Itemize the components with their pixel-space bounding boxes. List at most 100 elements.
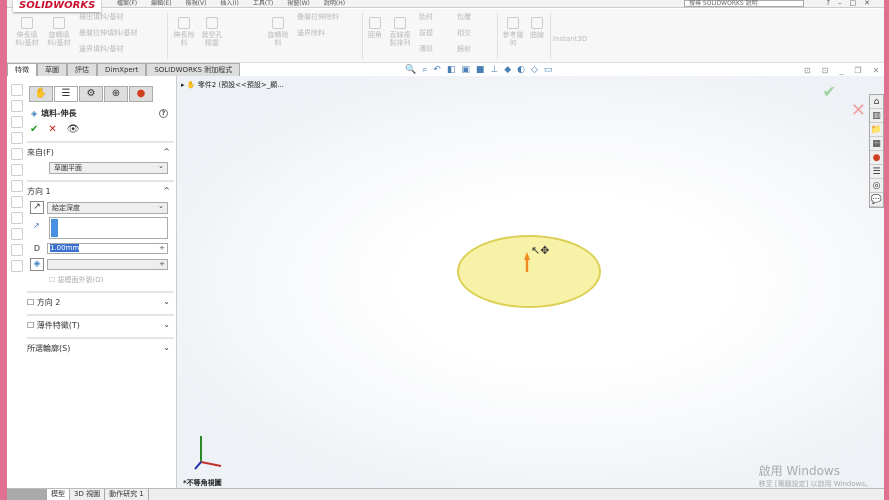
revolved-boss-button[interactable]: 旋轉填料/基材 (45, 17, 73, 47)
wrap-button[interactable]: 包覆 (457, 13, 471, 21)
menu-help[interactable]: 說明(H) (324, 1, 345, 7)
tab-3d-views[interactable]: 3D 視圖 (70, 489, 106, 500)
close-icon[interactable]: ✕ (873, 66, 880, 75)
lofted-cut-button[interactable]: 邊界除料 (297, 29, 325, 37)
menu-window[interactable]: 視窗(W) (287, 1, 310, 7)
view-settings-icon[interactable]: ◇ (531, 65, 538, 75)
tool-icon[interactable] (11, 100, 23, 112)
configuration-tab-icon[interactable]: ⚙ (79, 86, 103, 102)
tab-scroll[interactable] (7, 489, 47, 500)
confirm-cancel-icon[interactable]: ✕ (851, 100, 866, 121)
lofted-boss-button[interactable]: 疊層拉伸填料/基材 (79, 29, 137, 37)
expand-right-icon[interactable]: ⊡ (822, 66, 829, 75)
instant3d-button[interactable]: Instant3D (553, 21, 587, 43)
extruded-cut-button[interactable]: 伸長除料 (171, 17, 197, 47)
reference-geometry-button[interactable]: 參考幾何 (501, 17, 525, 47)
cancel-button[interactable]: ✕ (48, 124, 56, 135)
file-explorer-icon[interactable]: 📁 (870, 123, 883, 137)
tab-evaluate[interactable]: 評估 (67, 63, 97, 76)
draft-toggle-icon[interactable]: ◈ (30, 258, 44, 271)
appearances-icon[interactable]: ● (870, 151, 883, 165)
tab-motion-study[interactable]: 動作研究 1 (105, 489, 149, 500)
window-controls[interactable]: ?–□✕ (826, 0, 878, 7)
custom-properties-icon[interactable]: ☰ (870, 165, 883, 179)
draft-outward-checkbox[interactable]: ☐ 拔模面外張(O) (49, 275, 174, 285)
menu-insert[interactable]: 插入(I) (220, 1, 238, 7)
tool-icon[interactable] (11, 132, 23, 144)
restore-icon[interactable]: ❐ (854, 66, 861, 75)
menu-file[interactable]: 檔案(F) (117, 1, 137, 7)
help-search-input[interactable]: 搜尋 SOLIDWORKS 說明 (684, 0, 804, 7)
home-icon[interactable]: ⌂ (870, 95, 883, 109)
intersect-button[interactable]: 相交 (457, 29, 471, 37)
draft-button[interactable]: 拔模 (419, 29, 433, 37)
from-select[interactable]: 草圖平面 (49, 161, 168, 174)
tool-icon[interactable] (11, 116, 23, 128)
hole-wizard-button[interactable]: 異型孔精靈 (199, 17, 225, 47)
design-library-icon[interactable]: ▥ (870, 109, 883, 123)
menu-edit[interactable]: 編輯(E) (151, 1, 171, 7)
view-orientation-icon[interactable]: ▣ (461, 65, 470, 75)
direction1-section-header[interactable]: 方向 1 ^ (27, 180, 174, 197)
thin-feature-section-header[interactable]: ☐ 薄件特徵(T) ⌄ (27, 314, 174, 331)
scene-icon[interactable]: ◐ (517, 65, 525, 75)
display-manager-tab-icon[interactable]: ● (129, 86, 153, 102)
swept-cut-button[interactable]: 疊層拉伸除料 (297, 13, 339, 21)
linear-pattern-button[interactable]: 直線複製排列 (387, 17, 413, 47)
display-style-icon[interactable]: ■ (476, 65, 485, 75)
tab-dimxpert[interactable]: DimXpert (97, 63, 147, 76)
tab-sketch[interactable]: 草圖 (37, 63, 67, 76)
tool-icon[interactable] (11, 196, 23, 208)
tab-features[interactable]: 特徵 (7, 63, 37, 76)
direction-selection-box[interactable] (49, 217, 168, 239)
tool-icon[interactable] (11, 164, 23, 176)
tool-icon[interactable] (11, 260, 23, 272)
selected-contours-section-header[interactable]: 所選輪廓(S) ⌄ (27, 337, 174, 354)
previous-view-icon[interactable]: ↶ (433, 65, 441, 75)
monitor-icon[interactable]: ▭ (544, 65, 553, 75)
minimize-icon[interactable]: _ (839, 66, 843, 75)
shell-button[interactable]: 薄殼 (419, 45, 433, 53)
forum-icon[interactable]: 💬 (870, 193, 883, 207)
preview-eye-icon[interactable]: 👁 (67, 124, 80, 135)
confirm-ok-icon[interactable]: ✔ (823, 82, 836, 101)
swept-boss-button[interactable]: 掃出填料/基材 (79, 13, 123, 21)
section-view-icon[interactable]: ◧ (447, 65, 456, 75)
depth-input[interactable]: 1.00mm (47, 243, 168, 254)
menu-tools[interactable]: 工具(T) (253, 1, 273, 7)
zoom-to-fit-icon[interactable]: 🔍 (405, 65, 416, 75)
edit-appearance-icon[interactable]: ◆ (504, 65, 511, 75)
tool-icon[interactable] (11, 228, 23, 240)
mirror-button[interactable]: 鏡射 (457, 45, 471, 53)
solidworks-resources-icon[interactable]: ◎ (870, 179, 883, 193)
feature-tree-tab-icon[interactable]: ✋ (29, 86, 53, 102)
from-section-header[interactable]: 來自(F) ^ (27, 141, 174, 158)
tool-icon[interactable] (11, 212, 23, 224)
fillet-button[interactable]: 圓角 (365, 17, 385, 39)
direction2-section-header[interactable]: ☐ 方向 2 ⌄ (27, 291, 174, 308)
ok-button[interactable]: ✔ (30, 124, 38, 135)
dimxpert-tab-icon[interactable]: ⊕ (104, 86, 128, 102)
tab-model[interactable]: 模型 (47, 489, 70, 500)
rib-button[interactable]: 肋材 (419, 13, 433, 21)
graphics-area[interactable]: ▸ ✋ 零件2 (預設<<預設>_顯... ↖✥ ✔ ✕ ⌂ ▥ 📁 ▦ ● ☰… (176, 76, 884, 488)
extruded-boss-button[interactable]: 伸長填料/基材 (13, 17, 41, 47)
tab-addins[interactable]: SOLIDWORKS 附加程式 (146, 63, 241, 76)
curves-button[interactable]: 曲線 (527, 17, 547, 39)
tool-icon[interactable] (11, 180, 23, 192)
revolved-cut-button[interactable]: 旋轉除料 (265, 17, 291, 47)
reverse-direction-icon[interactable]: ↗ (30, 201, 44, 214)
expand-left-icon[interactable]: ⊡ (804, 66, 811, 75)
view-palette-icon[interactable]: ▦ (870, 137, 883, 151)
zoom-area-icon[interactable]: ⌕ (422, 65, 427, 75)
boundary-boss-button[interactable]: 邊界填料/基材 (79, 45, 123, 53)
tool-icon[interactable] (11, 244, 23, 256)
end-condition-select[interactable]: 給定深度 (47, 201, 168, 214)
flyout-feature-tree[interactable]: ▸ ✋ 零件2 (預設<<預設>_顯... (181, 80, 284, 90)
menu-view[interactable]: 檢視(V) (186, 1, 207, 7)
draft-angle-input[interactable] (47, 259, 168, 270)
hide-show-icon[interactable]: ⊥ (490, 65, 498, 75)
property-manager-tab-icon[interactable]: ☰ (54, 86, 78, 102)
tool-icon[interactable] (11, 148, 23, 160)
help-icon[interactable]: ? (159, 109, 168, 118)
